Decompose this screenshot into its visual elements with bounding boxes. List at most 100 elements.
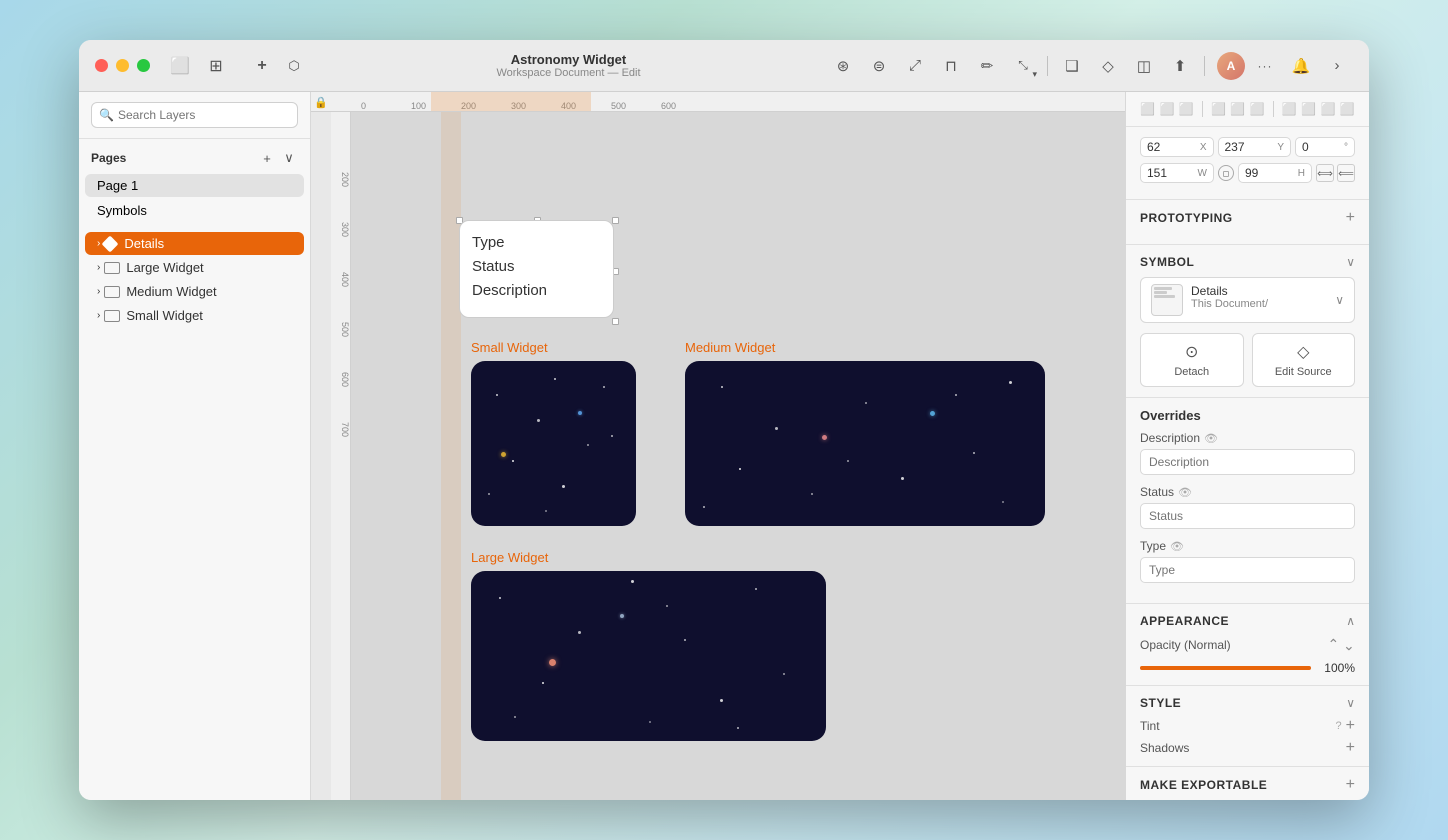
status-input[interactable]: [1140, 503, 1355, 529]
details-box[interactable]: Type Status Description: [459, 220, 614, 318]
add-button[interactable]: +: [246, 50, 278, 82]
sidebar: 🔍 Pages + ∨ Page 1 Symbols › Details: [79, 92, 311, 800]
mask-icon[interactable]: ⊓: [935, 50, 967, 82]
resize-icon[interactable]: ⤢: [899, 50, 931, 82]
symbol-icon: [102, 235, 119, 252]
layer-large-widget[interactable]: › Large Widget: [85, 256, 304, 279]
layers-icon[interactable]: ◫: [1128, 50, 1160, 82]
align-bottom-icon[interactable]: ⬜: [1250, 98, 1265, 120]
make-exportable-add-button[interactable]: +: [1346, 777, 1355, 793]
tint-add-button[interactable]: +: [1346, 718, 1355, 734]
more-icon[interactable]: ···: [1249, 50, 1281, 82]
sidebar-toggle-icon[interactable]: ⬜: [166, 52, 194, 80]
avatar[interactable]: A: [1217, 52, 1245, 80]
tint-help-icon[interactable]: ?: [1336, 720, 1342, 732]
ruler-left-500: 500: [331, 322, 350, 372]
override-description: Description 👁: [1140, 431, 1355, 475]
page-item-symbols[interactable]: Symbols: [85, 199, 304, 222]
expand-icon[interactable]: ›: [1321, 50, 1353, 82]
layer-small-widget[interactable]: › Small Widget: [85, 304, 304, 327]
align-left-icon[interactable]: ⬜: [1140, 98, 1155, 120]
chevron-icon-3: ›: [97, 286, 100, 297]
symbol-toggle[interactable]: ∨: [1346, 255, 1355, 269]
shadows-add-button[interactable]: +: [1346, 740, 1355, 756]
type-eye-icon[interactable]: 👁: [1170, 540, 1184, 553]
handle-br[interactable]: [612, 318, 619, 325]
symbols-icon[interactable]: ◇: [1092, 50, 1124, 82]
medium-widget-canvas[interactable]: [685, 361, 1045, 526]
star: [684, 639, 686, 641]
ruler-active-column: [441, 112, 461, 800]
detach-button[interactable]: ⊙ Detach: [1140, 333, 1244, 387]
canvas-area[interactable]: 🔒 0 100 200 300 400 500 600 200 300: [311, 92, 1125, 800]
opacity-slider[interactable]: [1140, 666, 1311, 670]
align-top-icon[interactable]: ⬜: [1211, 98, 1226, 120]
flip-h-icon[interactable]: ⟺: [1316, 164, 1334, 182]
h-field[interactable]: 99 H: [1238, 163, 1312, 183]
w-value: 151: [1147, 166, 1194, 180]
large-widget-label: Large Widget: [471, 550, 826, 565]
minimize-button[interactable]: [116, 59, 129, 72]
layer-medium-widget-label: Medium Widget: [126, 284, 216, 299]
notifications-icon[interactable]: 🔔: [1285, 50, 1317, 82]
home-icon[interactable]: ⬡: [278, 50, 310, 82]
page-item-1[interactable]: Page 1: [85, 174, 304, 197]
symbol-details: Details This Document/: [1191, 284, 1268, 310]
rotation-field[interactable]: 0 °: [1295, 137, 1355, 157]
overrides-header: Overrides: [1140, 408, 1355, 423]
preview-line-3: [1154, 295, 1175, 298]
distribute-icon[interactable]: ⊜: [863, 50, 895, 82]
app-title: Astronomy Widget: [511, 52, 626, 67]
appearance-toggle[interactable]: ∧: [1346, 614, 1355, 628]
description-eye-icon[interactable]: 👁: [1204, 432, 1218, 445]
prototyping-add-button[interactable]: +: [1346, 210, 1355, 226]
align-icon[interactable]: ⊛: [827, 50, 859, 82]
canvas-inner[interactable]: Type Status Description Small Widget: [351, 112, 1125, 800]
x-field[interactable]: 62 X: [1140, 137, 1214, 157]
add-page-button[interactable]: +: [258, 149, 276, 167]
opacity-up-icon[interactable]: ⌃: [1328, 636, 1340, 653]
align-center-v-icon[interactable]: ⬜: [1230, 98, 1245, 120]
ruler-mark-600: 600: [661, 101, 711, 111]
layer-details[interactable]: › Details: [85, 232, 304, 255]
large-widget-section: Large Widget: [471, 550, 826, 741]
symbol-title: SYMBOL: [1140, 255, 1194, 269]
type-input[interactable]: [1140, 557, 1355, 583]
grid-view-icon[interactable]: ⊞: [202, 52, 230, 80]
lock-proportions-icon[interactable]: [1218, 165, 1234, 181]
edit-source-button[interactable]: ◇ Edit Source: [1252, 333, 1356, 387]
maximize-button[interactable]: [137, 59, 150, 72]
small-widget-canvas[interactable]: [471, 361, 636, 526]
canvas-content[interactable]: 200 300 400 500 600 700: [331, 112, 1125, 800]
handle-tr[interactable]: [612, 217, 619, 224]
star: [514, 716, 516, 718]
space-v-icon[interactable]: ⬜: [1340, 98, 1355, 120]
pen-icon[interactable]: ✏: [971, 50, 1003, 82]
close-button[interactable]: [95, 59, 108, 72]
crop-icon[interactable]: ⤡▾: [1007, 50, 1039, 82]
align-center-h-icon[interactable]: ⬜: [1159, 98, 1174, 120]
flip-v-icon[interactable]: ⟸: [1337, 164, 1355, 182]
w-field[interactable]: 151 W: [1140, 163, 1214, 183]
large-widget-canvas[interactable]: [471, 571, 826, 741]
search-input[interactable]: [91, 102, 298, 128]
edit-source-label: Edit Source: [1275, 366, 1332, 378]
symbol-info: Details This Document/: [1151, 284, 1268, 316]
style-toggle[interactable]: ∨: [1346, 696, 1355, 710]
details-selection-container[interactable]: Type Status Description: [459, 220, 616, 322]
layer-medium-widget[interactable]: › Medium Widget: [85, 280, 304, 303]
type-label: Type: [1140, 539, 1166, 553]
pages-icon[interactable]: ❑: [1056, 50, 1088, 82]
pages-chevron[interactable]: ∨: [280, 149, 298, 167]
align-right-icon[interactable]: ⬜: [1179, 98, 1194, 120]
status-eye-icon[interactable]: 👁: [1178, 486, 1192, 499]
description-input[interactable]: [1140, 449, 1355, 475]
distribute-h-icon[interactable]: ⬜: [1282, 98, 1297, 120]
space-h-icon[interactable]: ⬜: [1320, 98, 1335, 120]
symbol-selector[interactable]: Details This Document/ ∨: [1140, 277, 1355, 323]
distribute-v-icon[interactable]: ⬜: [1301, 98, 1316, 120]
y-field[interactable]: 237 Y: [1218, 137, 1292, 157]
export-icon[interactable]: ⬆: [1164, 50, 1196, 82]
separator: [1202, 101, 1203, 117]
opacity-down-icon[interactable]: ⌃: [1343, 636, 1355, 653]
